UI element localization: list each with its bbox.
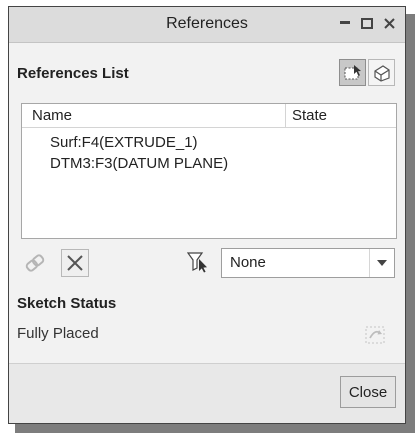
select-reference-icon bbox=[344, 64, 361, 79]
solve-button[interactable] bbox=[361, 321, 389, 349]
minimize-icon[interactable] bbox=[337, 14, 353, 32]
references-list-label: References List bbox=[17, 65, 129, 82]
sketch-status-value: Fully Placed bbox=[17, 325, 99, 342]
column-header-name[interactable]: Name bbox=[32, 107, 72, 124]
references-dialog: References References List Name State Su… bbox=[8, 6, 406, 424]
view-toggle-group bbox=[339, 59, 395, 86]
select-reference-toggle[interactable] bbox=[339, 59, 366, 86]
sketch-status-label: Sketch Status bbox=[17, 295, 117, 312]
reference-item[interactable]: Surf:F4(EXTRUDE_1) bbox=[50, 134, 198, 151]
column-header-state[interactable]: State bbox=[292, 107, 327, 124]
close-icon[interactable] bbox=[381, 14, 397, 32]
list-header: Name State bbox=[22, 104, 396, 128]
filter-icon bbox=[187, 252, 207, 273]
title-bar: References bbox=[9, 7, 405, 43]
geometry-icon bbox=[373, 64, 390, 82]
dropdown-caret-icon[interactable] bbox=[369, 249, 394, 277]
close-button[interactable]: Close bbox=[340, 376, 396, 408]
reference-geometry-toggle[interactable] bbox=[368, 59, 395, 86]
solve-sketch-icon bbox=[365, 326, 385, 344]
references-list[interactable]: Name State Surf:F4(EXTRUDE_1) DTM3:F3(DA… bbox=[21, 103, 397, 239]
window-controls bbox=[337, 14, 397, 32]
link-button[interactable] bbox=[21, 249, 49, 277]
link-icon bbox=[25, 254, 45, 272]
column-divider bbox=[285, 104, 286, 128]
maximize-icon[interactable] bbox=[359, 14, 375, 32]
filter-select[interactable]: None bbox=[221, 248, 395, 278]
reference-item[interactable]: DTM3:F3(DATUM PLANE) bbox=[50, 155, 228, 172]
remove-reference-button[interactable] bbox=[61, 249, 89, 277]
delete-x-icon bbox=[67, 255, 83, 271]
filter-select-value: None bbox=[230, 254, 266, 271]
